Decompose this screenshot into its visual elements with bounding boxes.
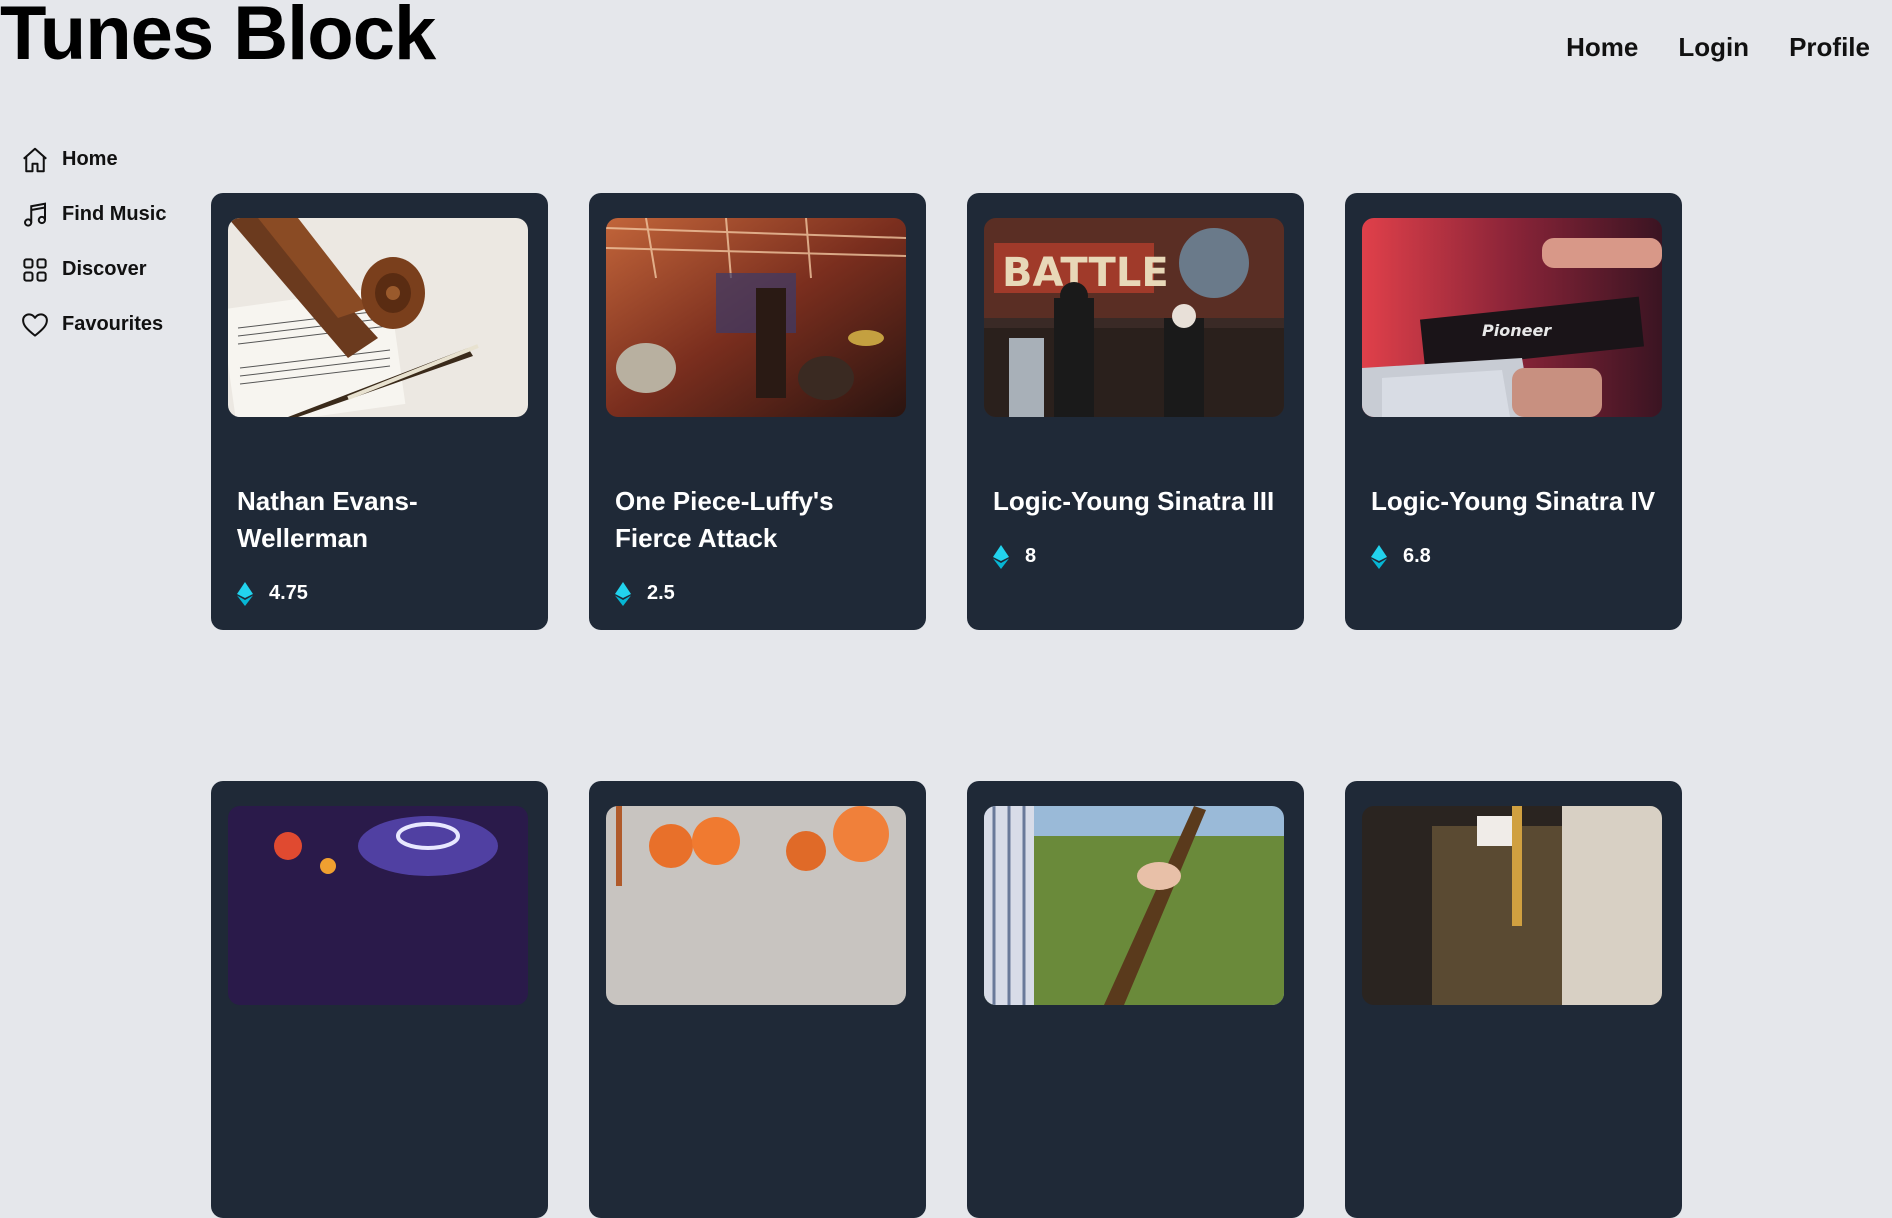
nav-login-link[interactable]: Login bbox=[1678, 32, 1749, 63]
card-image: Pioneer bbox=[1362, 218, 1662, 417]
sidebar-item-label: Discover bbox=[62, 258, 147, 280]
card-price: 6.8 bbox=[1371, 538, 1672, 575]
sidebar-item-discover[interactable]: Discover bbox=[20, 252, 166, 287]
sidebar: Home Find Music Discover Favourites bbox=[20, 142, 166, 342]
card-body: Logic-Young Sinatra IV 6.8 bbox=[1371, 483, 1672, 575]
card-body: Logic-Young Sinatra III 8 bbox=[993, 483, 1294, 575]
card-price: 2.5 bbox=[615, 575, 916, 612]
card-image bbox=[228, 806, 528, 1005]
card-image bbox=[606, 806, 906, 1005]
music-card[interactable] bbox=[211, 781, 548, 1218]
nav-home-link[interactable]: Home bbox=[1566, 32, 1638, 63]
card-image bbox=[228, 218, 528, 417]
ethereum-icon bbox=[993, 544, 1009, 569]
sidebar-item-find-music[interactable]: Find Music bbox=[20, 197, 166, 232]
sidebar-item-label: Favourites bbox=[62, 313, 164, 335]
music-card[interactable]: BATTLE Logic-Young Sinatra III 8 bbox=[967, 193, 1304, 630]
nav-profile-link[interactable]: Profile bbox=[1789, 32, 1870, 63]
heart-icon bbox=[22, 312, 48, 337]
card-price-value: 4.75 bbox=[269, 582, 308, 604]
music-card[interactable] bbox=[1345, 781, 1682, 1218]
card-image bbox=[606, 218, 906, 417]
grid-icon bbox=[23, 257, 47, 282]
card-title: Logic-Young Sinatra III bbox=[993, 486, 1275, 516]
card-image bbox=[984, 806, 1284, 1005]
music-card-grid: Nathan Evans-Wellerman 4.75 One Piece-Lu… bbox=[211, 193, 1682, 1218]
card-title: Logic-Young Sinatra IV bbox=[1371, 486, 1656, 516]
sidebar-item-label: Find Music bbox=[62, 203, 167, 225]
card-title: Nathan Evans-Wellerman bbox=[237, 486, 418, 553]
card-image bbox=[1362, 806, 1662, 1005]
ethereum-icon bbox=[237, 581, 253, 606]
card-price: 8 bbox=[993, 538, 1294, 575]
card-price-value: 2.5 bbox=[647, 582, 675, 604]
ethereum-icon bbox=[615, 581, 631, 606]
music-card[interactable] bbox=[589, 781, 926, 1218]
card-body: One Piece-Luffy's Fierce Attack 2.5 bbox=[615, 483, 916, 612]
music-card[interactable]: One Piece-Luffy's Fierce Attack 2.5 bbox=[589, 193, 926, 630]
ethereum-icon bbox=[1371, 544, 1387, 569]
card-image: BATTLE bbox=[984, 218, 1284, 417]
music-note-icon bbox=[24, 202, 46, 227]
music-card[interactable]: Nathan Evans-Wellerman 4.75 bbox=[211, 193, 548, 630]
sidebar-item-label: Home bbox=[62, 148, 118, 170]
card-price-value: 6.8 bbox=[1403, 545, 1431, 567]
card-title: One Piece-Luffy's Fierce Attack bbox=[615, 486, 834, 553]
card-price-value: 8 bbox=[1025, 545, 1037, 567]
card-body: Nathan Evans-Wellerman 4.75 bbox=[237, 483, 538, 612]
music-card[interactable]: Pioneer Logic-Young Sinatra IV 6.8 bbox=[1345, 193, 1682, 630]
sidebar-item-favourites[interactable]: Favourites bbox=[20, 307, 166, 342]
top-nav: Home Login Profile bbox=[1566, 32, 1870, 63]
app-title: Tunes Block bbox=[0, 0, 436, 76]
svg-text:Pioneer: Pioneer bbox=[1482, 321, 1552, 340]
card-price: 4.75 bbox=[237, 575, 538, 612]
home-icon bbox=[23, 147, 47, 172]
music-card[interactable] bbox=[967, 781, 1304, 1218]
sidebar-item-home[interactable]: Home bbox=[20, 142, 166, 177]
